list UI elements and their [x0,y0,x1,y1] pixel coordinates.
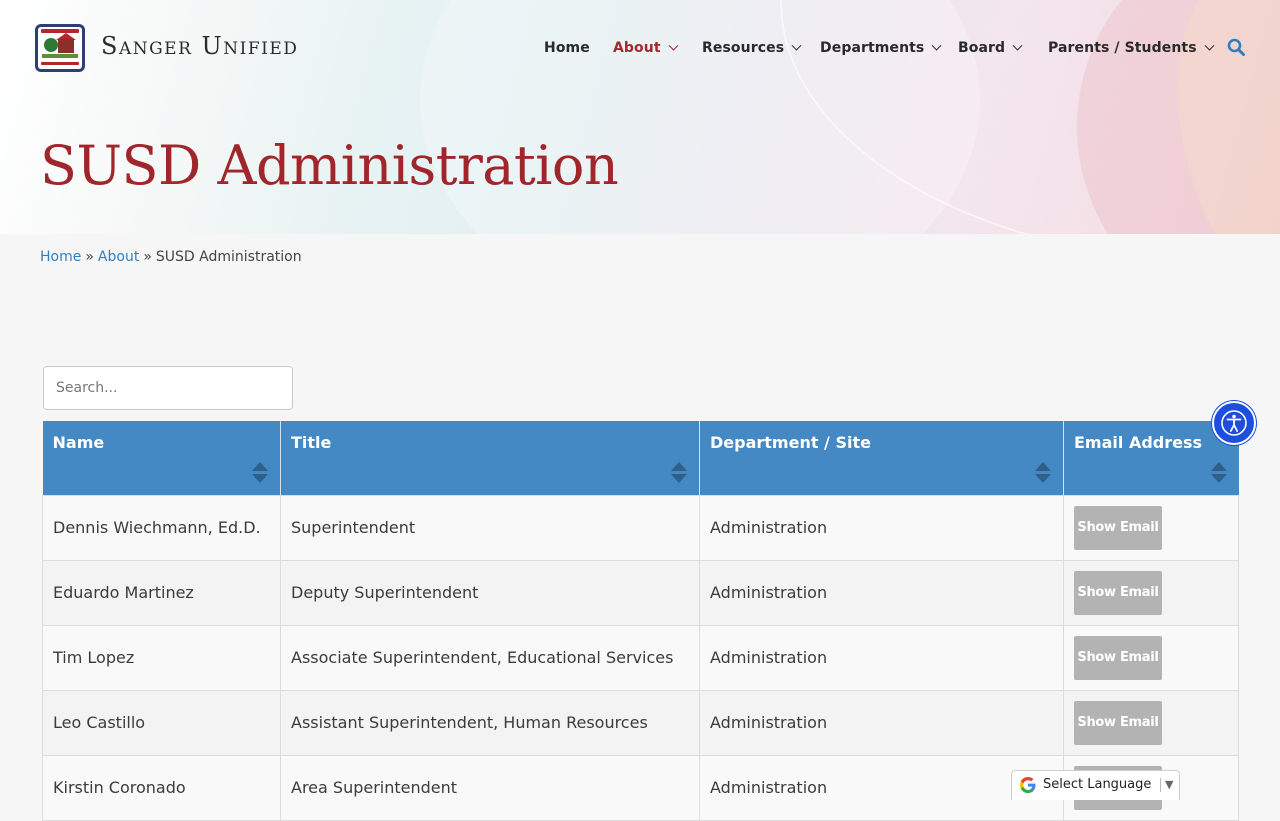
language-selector-label: Select Language [1043,777,1152,792]
chevron-down-icon [668,40,679,51]
cell-department: Administration [699,494,1064,561]
sort-icon [1210,462,1227,484]
show-email-button[interactable]: Show Email [1074,570,1162,615]
search-icon[interactable] [1227,38,1245,56]
chevron-down-icon [791,40,802,51]
cell-department: Administration [699,559,1064,626]
district-logo[interactable] [35,24,85,72]
cell-department: Administration [699,754,1064,821]
breadcrumb-about[interactable]: About [98,249,139,265]
nav-resources[interactable]: Resources [702,38,802,58]
cell-title: Superintendent [280,494,700,561]
nav-parents-students[interactable]: Parents / Students [1048,38,1215,58]
cell-department: Administration [699,624,1064,691]
breadcrumb-separator: » [85,249,94,265]
breadcrumb-home[interactable]: Home [40,249,81,265]
show-email-button[interactable]: Show Email [1074,635,1162,680]
table-row: Dennis Wiechmann, Ed.D. Superintendent A… [42,494,1239,561]
breadcrumb-current: SUSD Administration [155,249,302,265]
cell-title: Area Superintendent [280,754,700,821]
sort-icon [1035,462,1051,484]
show-email-button[interactable]: Show Email [1074,700,1162,745]
google-icon [1020,777,1036,793]
table-search-input[interactable] [43,366,293,410]
table-row: Tim Lopez Associate Superintendent, Educ… [42,624,1239,691]
site-title[interactable]: Sanger Unified [101,31,298,61]
show-email-button[interactable]: Show Email [1074,505,1162,550]
page-title: SUSD Administration [40,134,619,197]
cell-email: Show Email [1063,689,1239,756]
breadcrumb-separator: » [143,249,152,265]
cell-email: Show Email [1063,624,1239,691]
sort-icon [671,462,687,484]
breadcrumb: Home» About» SUSD Administration [40,247,302,267]
cell-department: Administration [699,689,1064,756]
staff-table: Name Title Department / Site Email Addre… [42,421,1239,821]
cell-name: Kirstin Coronado [42,754,281,821]
cell-name: Dennis Wiechmann, Ed.D. [42,494,281,561]
cell-email: Show Email [1063,559,1239,626]
column-header-title[interactable]: Title [280,421,700,495]
cell-title: Assistant Superintendent, Human Resource… [280,689,700,756]
cell-title: Associate Superintendent, Educational Se… [280,624,700,691]
nav-about[interactable]: About [613,38,679,58]
cell-title: Deputy Superintendent [280,559,700,626]
cell-name: Leo Castillo [42,689,281,756]
column-header-department[interactable]: Department / Site [699,421,1064,495]
sort-icon [252,462,268,484]
nav-departments[interactable]: Departments [820,38,942,58]
chevron-down-icon [1012,40,1023,51]
accessibility-icon [1221,410,1247,436]
accessibility-button[interactable] [1212,401,1256,445]
chevron-down-icon [1204,40,1215,51]
table-row: Eduardo Martinez Deputy Superintendent A… [42,559,1239,626]
table-row: Leo Castillo Assistant Superintendent, H… [42,689,1239,756]
column-header-email[interactable]: Email Address [1063,421,1239,495]
nav-home[interactable]: Home [544,38,590,58]
language-selector[interactable]: Select Language ▼ [1011,770,1180,800]
table-header-row: Name Title Department / Site Email Addre… [42,421,1239,495]
dropdown-arrow-icon: ▼ [1165,778,1174,791]
nav-board[interactable]: Board [958,38,1023,58]
column-header-name[interactable]: Name [42,421,281,495]
cell-name: Eduardo Martinez [42,559,281,626]
cell-email: Show Email [1063,494,1239,561]
chevron-down-icon [931,40,942,51]
cell-name: Tim Lopez [42,624,281,691]
